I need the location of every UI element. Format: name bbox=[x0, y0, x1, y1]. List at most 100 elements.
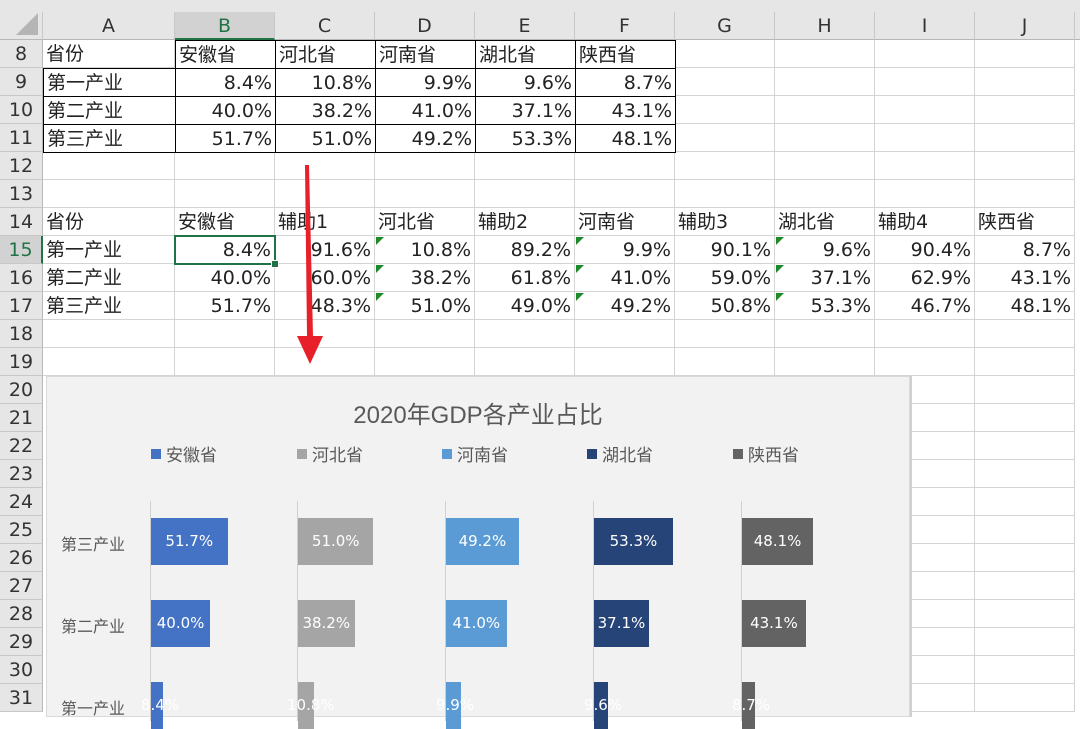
cell[interactable] bbox=[675, 96, 775, 124]
column-header-k[interactable] bbox=[1075, 12, 1080, 40]
cell[interactable] bbox=[975, 320, 1075, 348]
cell[interactable] bbox=[675, 320, 775, 348]
cell[interactable] bbox=[475, 320, 575, 348]
column-header-c[interactable]: C bbox=[275, 12, 375, 40]
table2-value-cell[interactable]: 51.7% bbox=[175, 292, 275, 320]
cell[interactable] bbox=[975, 488, 1075, 516]
cell[interactable] bbox=[675, 40, 775, 68]
cell[interactable] bbox=[775, 152, 875, 180]
row-header-20[interactable]: 20 bbox=[0, 376, 43, 404]
row-header-31[interactable]: 31 bbox=[0, 684, 43, 712]
table2-value-cell[interactable]: 61.8% bbox=[475, 264, 575, 292]
column-header-h[interactable]: H bbox=[775, 12, 875, 40]
table2-value-cell[interactable]: 53.3% bbox=[775, 292, 875, 320]
cell[interactable] bbox=[875, 320, 975, 348]
table1-value-cell[interactable]: 41.0% bbox=[375, 96, 476, 125]
cell[interactable] bbox=[775, 40, 875, 68]
select-all-button[interactable] bbox=[0, 12, 43, 40]
table2-value-cell[interactable]: 9.9% bbox=[575, 236, 675, 264]
cell[interactable] bbox=[775, 124, 875, 152]
cell[interactable] bbox=[875, 152, 975, 180]
table2-value-cell[interactable]: 10.8% bbox=[375, 236, 475, 264]
table2-header-cell[interactable]: 省份 bbox=[43, 208, 175, 236]
cell[interactable] bbox=[375, 348, 475, 376]
table2-value-cell[interactable]: 8.4% bbox=[175, 236, 275, 264]
cell[interactable] bbox=[975, 572, 1075, 600]
row-header-9[interactable]: 9 bbox=[0, 68, 43, 96]
cell[interactable] bbox=[175, 180, 275, 208]
cell[interactable] bbox=[775, 96, 875, 124]
cell[interactable] bbox=[775, 68, 875, 96]
row-header-11[interactable]: 11 bbox=[0, 124, 43, 152]
cell[interactable] bbox=[975, 376, 1075, 404]
table2-value-cell[interactable]: 38.2% bbox=[375, 264, 475, 292]
cell[interactable] bbox=[975, 124, 1075, 152]
table2-value-cell[interactable]: 41.0% bbox=[575, 264, 675, 292]
row-header-23[interactable]: 23 bbox=[0, 460, 43, 488]
row-header-8[interactable]: 8 bbox=[0, 40, 43, 68]
table2-value-cell[interactable]: 37.1% bbox=[775, 264, 875, 292]
cell[interactable] bbox=[975, 404, 1075, 432]
cell[interactable] bbox=[975, 68, 1075, 96]
row-header-22[interactable]: 22 bbox=[0, 432, 43, 460]
cell[interactable] bbox=[875, 96, 975, 124]
cell[interactable] bbox=[375, 320, 475, 348]
cell[interactable] bbox=[975, 516, 1075, 544]
cell[interactable] bbox=[175, 348, 275, 376]
table2-value-cell[interactable]: 90.1% bbox=[675, 236, 775, 264]
cell[interactable] bbox=[975, 684, 1075, 712]
row-header-14[interactable]: 14 bbox=[0, 208, 43, 236]
table2-header-cell[interactable]: 陕西省 bbox=[975, 208, 1075, 236]
table2-header-cell[interactable]: 辅助1 bbox=[275, 208, 375, 236]
table2-value-cell[interactable]: 50.8% bbox=[675, 292, 775, 320]
legend-item[interactable]: 湖北省 bbox=[587, 441, 653, 466]
table1-value-cell[interactable]: 51.7% bbox=[175, 124, 276, 153]
row-header-13[interactable]: 13 bbox=[0, 180, 43, 208]
cell[interactable] bbox=[43, 180, 175, 208]
cell[interactable] bbox=[275, 348, 375, 376]
table2-row-label[interactable]: 第一产业 bbox=[43, 236, 175, 264]
table2-value-cell[interactable]: 49.2% bbox=[575, 292, 675, 320]
row-header-12[interactable]: 12 bbox=[0, 152, 43, 180]
table2-value-cell[interactable]: 89.2% bbox=[475, 236, 575, 264]
table1-value-cell[interactable]: 48.1% bbox=[575, 124, 676, 153]
cell[interactable] bbox=[575, 348, 675, 376]
cell[interactable] bbox=[675, 68, 775, 96]
table1-value-cell[interactable]: 37.1% bbox=[475, 96, 576, 125]
cell[interactable] bbox=[675, 124, 775, 152]
cell[interactable] bbox=[975, 544, 1075, 572]
table2-value-cell[interactable]: 9.6% bbox=[775, 236, 875, 264]
table2-value-cell[interactable]: 90.4% bbox=[875, 236, 975, 264]
table1-value-cell[interactable]: 43.1% bbox=[575, 96, 676, 125]
cell[interactable] bbox=[43, 320, 175, 348]
table2-header-cell[interactable]: 河北省 bbox=[375, 208, 475, 236]
table2-value-cell[interactable]: 91.6% bbox=[275, 236, 375, 264]
table2-header-cell[interactable]: 辅助4 bbox=[875, 208, 975, 236]
table2-header-cell[interactable]: 河南省 bbox=[575, 208, 675, 236]
row-header-29[interactable]: 29 bbox=[0, 628, 43, 656]
column-header-d[interactable]: D bbox=[375, 12, 475, 40]
cell[interactable] bbox=[475, 348, 575, 376]
table1-value-cell[interactable]: 51.0% bbox=[275, 124, 376, 153]
table1-value-cell[interactable]: 53.3% bbox=[475, 124, 576, 153]
cell[interactable] bbox=[875, 68, 975, 96]
row-header-19[interactable]: 19 bbox=[0, 348, 43, 376]
cell[interactable] bbox=[275, 180, 375, 208]
legend-item[interactable]: 河南省 bbox=[442, 441, 508, 466]
cell[interactable] bbox=[675, 152, 775, 180]
table1-header-cell[interactable]: 河南省 bbox=[375, 40, 476, 69]
table2-row-label[interactable]: 第二产业 bbox=[43, 264, 175, 292]
column-header-g[interactable]: G bbox=[675, 12, 775, 40]
table2-header-cell[interactable]: 辅助3 bbox=[675, 208, 775, 236]
column-header-e[interactable]: E bbox=[475, 12, 575, 40]
cell[interactable] bbox=[43, 348, 175, 376]
table2-header-cell[interactable]: 辅助2 bbox=[475, 208, 575, 236]
legend-item[interactable]: 陕西省 bbox=[733, 441, 799, 466]
table1-value-cell[interactable]: 49.2% bbox=[375, 124, 476, 153]
row-header-16[interactable]: 16 bbox=[0, 264, 43, 292]
row-header-26[interactable]: 26 bbox=[0, 544, 43, 572]
cell[interactable] bbox=[975, 432, 1075, 460]
cell[interactable] bbox=[975, 628, 1075, 656]
bar-chart[interactable]: 2020年GDP各产业占比 安徽省 河北省 河南省 湖北省 陕西省 第三产业 第二产业 第一… bbox=[46, 376, 910, 729]
cell[interactable] bbox=[975, 40, 1075, 68]
